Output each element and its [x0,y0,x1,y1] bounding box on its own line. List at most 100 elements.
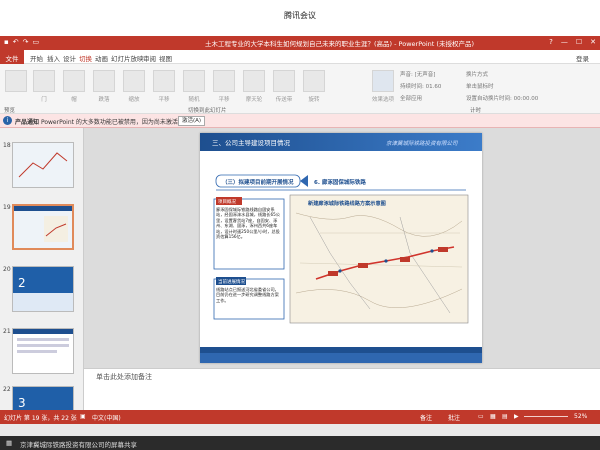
transition-door[interactable]: 门 [32,70,56,103]
spellcheck-icon[interactable]: ▣ [80,413,86,420]
transitions-group-label: 切换到此幻灯片 [188,108,227,114]
meeting-title-bar: 腾讯会议 [0,0,600,36]
document-title: 土木工程专业的大学本科生如何规划自己未来的职业生涯？(高品) - PowerPo… [205,40,474,48]
close-button[interactable]: ✕ [590,38,596,46]
slide-thumbnail[interactable] [12,142,74,188]
slide-thumbnail[interactable]: 2 [12,266,74,312]
tab-slideshow[interactable]: 幻灯片放映 [111,53,144,63]
activation-notice: i 产品通知 PowerPoint 的大多数功能已被禁用，因为尚未激活。 激活(… [0,114,600,128]
file-tab[interactable]: 文件 [0,50,24,64]
company-name: 京津冀城际铁路投资有限公司 [386,140,458,147]
slideshow-icon[interactable]: ▭ [33,38,40,46]
redo-icon[interactable]: ↷ [23,38,29,46]
sound-select[interactable]: 声音: [无声音] [400,70,435,78]
section-label: （三）拟建项目前期开展情况 [222,178,294,186]
svg-text:2: 2 [18,276,26,290]
thumb-19-image [14,206,72,248]
transition-pan-2[interactable]: 平移 [212,70,236,103]
reading-view-icon[interactable]: ▤ [502,413,508,420]
minimize-button[interactable]: — [561,38,568,46]
slide-counter: 幻灯片 第 19 张，共 22 张 [4,415,77,422]
transition-random[interactable]: 随机 [182,70,206,103]
route-map [289,194,469,324]
normal-view-icon[interactable]: ▭ [478,413,484,420]
share-text: 京津冀城际铁路投资有限公司的屏幕共享 [20,441,137,449]
tab-home[interactable]: 开始 [30,53,43,63]
activate-button[interactable]: 激活(A) [178,116,206,126]
svg-text:3: 3 [18,396,26,410]
overview-text: 廊涿固保城际铁路线路自固安系站，经固涿涞水县城，线路长65公里，设置客货站7座，… [216,207,280,240]
slideshow-view-icon[interactable]: ▶ [514,413,519,420]
tab-view[interactable]: 视图 [159,53,172,63]
tab-animations[interactable]: 动画 [95,53,108,63]
notice-text: 产品通知 PowerPoint 的大多数功能已被禁用，因为尚未激活。 [15,119,184,126]
pan-icon [213,70,235,92]
window-controls: ? — ☐ ✕ [549,38,596,46]
slide-content: 三、公司主导建设项目情况 京津冀城际铁路投资有限公司 （三）拟建项目前期开展情况… [200,133,482,363]
notes-placeholder[interactable]: 单击此处添加备注 [96,372,152,382]
transition-zoom[interactable]: 缩放 [122,70,146,103]
ferris-wheel-icon [243,70,265,92]
share-grid-icon[interactable]: ▦ [6,439,12,447]
tab-design[interactable]: 设计 [63,53,76,63]
notes-toggle[interactable]: 备注 [420,413,432,422]
transition-fall[interactable]: 跌落 [92,70,116,103]
pan-icon [153,70,175,92]
slide-thumbnail-pane[interactable]: 18 19 20 2 21 22 3 [0,128,84,410]
tab-transitions[interactable]: 切换 [79,53,92,63]
current-slide[interactable]: 三、公司主导建设项目情况 京津冀城际铁路投资有限公司 （三）拟建项目前期开展情况… [200,133,482,363]
transition-cap[interactable]: 帽 [62,70,86,103]
slide-thumbnail-selected[interactable] [12,204,74,250]
thumb-21-image [13,329,73,373]
thumb-number: 21 [3,328,11,335]
progress-label: 当前进展情况 [218,278,245,285]
effect-options-icon [372,70,394,92]
screen-share-gap [0,424,600,436]
thumb-number: 19 [3,204,11,211]
advance-title: 换片方式 [466,72,489,78]
help-button[interactable]: ? [549,38,553,46]
save-icon[interactable]: ▪ [4,38,9,46]
slide-thumbnail[interactable]: 3 [12,386,74,410]
maximize-button[interactable]: ☐ [576,38,582,46]
notes-pane[interactable]: 单击此处添加备注 [84,368,600,410]
random-icon [183,70,205,92]
conveyor-icon [273,70,295,92]
sorter-view-icon[interactable]: ▦ [490,413,496,420]
effect-options-button[interactable]: 效果选项 [368,70,398,103]
zoom-level[interactable]: 52% [574,413,587,420]
meeting-title: 腾讯会议 [284,11,316,20]
duration-field[interactable]: 持续时间: 01.60 [400,82,441,90]
auto-advance-checkbox[interactable]: 设置自动换片时间: 00:00.00 [466,94,538,102]
slide-thumbnail[interactable] [12,328,74,374]
info-icon: i [3,116,12,125]
transition-pan[interactable]: 平移 [152,70,176,103]
on-click-checkbox[interactable]: 单击鼠标时 [466,82,494,90]
tab-review[interactable]: 审阅 [143,53,156,63]
quick-access-toolbar: ▪ ↶ ↷ ▭ [4,38,39,46]
apply-all-button[interactable]: 全部应用 [400,94,422,102]
screen-share-bar: ▦ 京津冀城际铁路投资有限公司的屏幕共享 [0,436,600,450]
zoom-slider[interactable] [524,416,568,417]
fall-icon [93,70,115,92]
transition-ferris[interactable]: 摩天轮 [242,70,266,103]
door-icon [33,70,55,92]
transition-conveyor[interactable]: 传送带 [272,70,296,103]
tab-insert[interactable]: 插入 [47,53,60,63]
undo-icon[interactable]: ↶ [13,38,19,46]
subsection-label: 6. 廊涿固保城际铁路 [314,178,366,186]
timing-group-label: 计时 [470,108,482,114]
comments-toggle[interactable]: 批注 [448,413,460,422]
thumb-22-image: 3 [13,387,73,410]
status-bar: 幻灯片 第 19 张，共 22 张 ▣ 中文(中国) 备注 批注 ▭ ▦ ▤ ▶… [0,410,600,424]
preview-group-label: 预览 [4,108,16,114]
preview-button[interactable] [4,70,28,95]
rotate-icon [303,70,325,92]
preview-icon [5,70,27,92]
map-title: 新建廊涿城际铁路线路方案示意图 [308,199,386,207]
language-indicator[interactable]: 中文(中国) [92,413,121,422]
ribbon-transitions: 门 帽 跌落 缩放 平移 随机 平移 摩天轮 传送带 旋转 效果选项 声音: [… [0,64,600,114]
transition-rotate[interactable]: 旋转 [302,70,326,103]
login-link[interactable]: 登录 [576,53,589,63]
thumb-20-image: 2 [13,267,73,311]
